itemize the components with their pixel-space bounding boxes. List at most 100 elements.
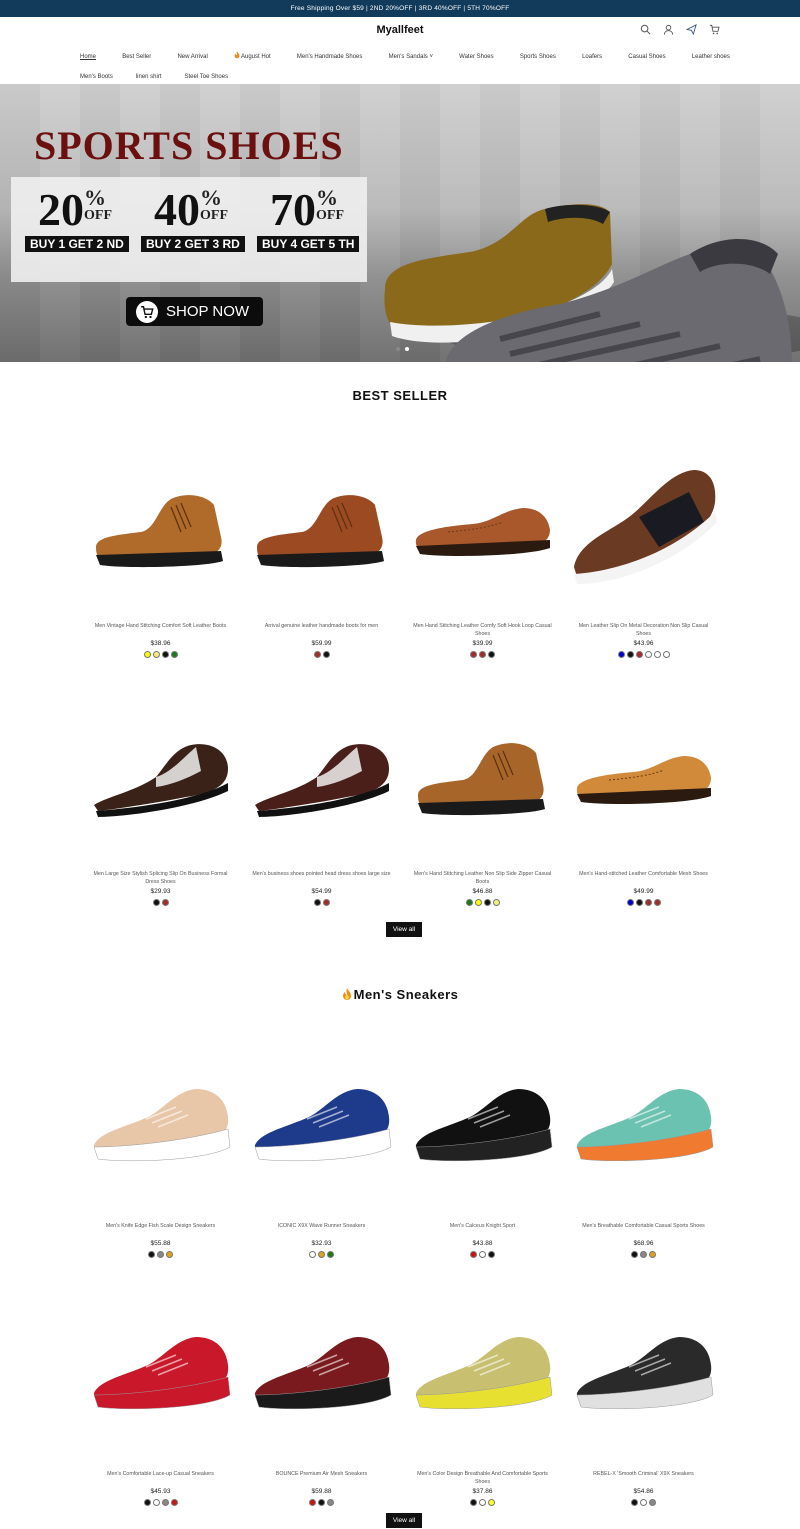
product-image[interactable]: [563, 452, 724, 602]
nav-item-august-hot[interactable]: August Hot: [241, 54, 271, 60]
product-image[interactable]: [563, 1300, 724, 1450]
product-name[interactable]: Men's Hand-stitched Leather Comfortable …: [563, 870, 724, 886]
product-card[interactable]: Men's Hand Stitching Leather Non Slip Si…: [402, 700, 563, 948]
product-name[interactable]: Men's Color Design Breathable And Comfor…: [402, 1470, 563, 1486]
nav-item-linen-shirt[interactable]: linen shirt: [136, 74, 162, 80]
nav-link[interactable]: August Hot: [234, 47, 271, 67]
nav-item-men-s-sandals[interactable]: Men's Sandals: [389, 54, 428, 60]
color-swatch[interactable]: [309, 1251, 316, 1258]
color-swatch[interactable]: [152, 651, 160, 658]
color-swatch[interactable]: [631, 1499, 638, 1506]
color-swatch[interactable]: [309, 1499, 316, 1506]
color-swatch[interactable]: [479, 1499, 486, 1506]
product-name[interactable]: ICONIC X9X Wave Runner Sneakers: [241, 1222, 402, 1238]
product-card[interactable]: Men's Calceus Knight Sport $43.88: [402, 1052, 563, 1300]
product-image[interactable]: [241, 452, 402, 602]
product-name[interactable]: Men's Calceus Knight Sport: [402, 1222, 563, 1238]
color-swatch[interactable]: [483, 899, 491, 906]
nav-link[interactable]: Water Shoes: [459, 47, 493, 67]
color-swatch[interactable]: [631, 1251, 638, 1258]
product-image[interactable]: [80, 700, 241, 850]
color-swatch[interactable]: [170, 651, 178, 658]
color-swatch[interactable]: [327, 1251, 334, 1258]
nav-link[interactable]: Leather shoes: [692, 47, 730, 67]
slider-dot[interactable]: [396, 347, 400, 351]
color-swatch[interactable]: [152, 1499, 160, 1506]
nav-item-new-arrival[interactable]: New Arrival: [177, 54, 207, 60]
nav-item-home[interactable]: Home: [80, 54, 96, 60]
product-card[interactable]: Men's Breathable Comfortable Casual Spor…: [563, 1052, 724, 1300]
product-card[interactable]: Men's Comfortable Lace-up Casual Sneaker…: [80, 1300, 241, 1529]
color-swatch[interactable]: [492, 899, 500, 906]
product-card[interactable]: Men's Knife Edge Fish Scale Design Sneak…: [80, 1052, 241, 1300]
color-swatch[interactable]: [470, 651, 477, 658]
product-name[interactable]: Men Vintage Hand Stitching Comfort Soft …: [80, 622, 241, 638]
nav-link[interactable]: Men's Handmade Shoes: [297, 47, 363, 67]
color-swatch[interactable]: [318, 1499, 325, 1506]
color-swatch[interactable]: [488, 1499, 495, 1506]
color-swatch[interactable]: [327, 1499, 334, 1506]
nav-item-steel-toe-shoes[interactable]: Steel Toe Shoes: [185, 74, 229, 80]
color-swatch[interactable]: [465, 899, 473, 906]
color-swatch[interactable]: [653, 899, 661, 906]
nav-item-loafers[interactable]: Loafers: [582, 54, 602, 60]
product-image[interactable]: [241, 1052, 402, 1202]
nav-item-men-s-handmade-shoes[interactable]: Men's Handmade Shoes: [297, 54, 363, 60]
color-swatch[interactable]: [322, 651, 330, 658]
hero-banner[interactable]: SPORTS SHOES 20% OFF BUY 1 GET 2 ND 40% OF…: [0, 84, 800, 362]
color-swatch[interactable]: [166, 1251, 173, 1258]
product-card[interactable]: Men Vintage Hand Stitching Comfort Soft …: [80, 452, 241, 700]
nav-item-men-s-boots[interactable]: Men's Boots: [80, 74, 113, 80]
product-name[interactable]: Men's Comfortable Lace-up Casual Sneaker…: [80, 1470, 241, 1486]
color-swatch[interactable]: [157, 1251, 164, 1258]
product-image[interactable]: [241, 1300, 402, 1450]
nav-link[interactable]: Loafers: [582, 47, 602, 67]
color-swatch[interactable]: [662, 651, 670, 658]
color-swatch[interactable]: [161, 651, 169, 658]
best-seller-view-all-button[interactable]: View all: [386, 922, 422, 937]
product-image[interactable]: [80, 1300, 241, 1450]
nav-link[interactable]: Home: [80, 47, 96, 67]
color-swatch[interactable]: [470, 1251, 477, 1258]
track-order-icon[interactable]: [686, 24, 697, 35]
product-name[interactable]: Men Leather Slip On Metal Decoration Non…: [563, 622, 724, 638]
nav-link[interactable]: New Arrival: [177, 47, 207, 67]
color-swatch[interactable]: [635, 651, 643, 658]
account-icon[interactable]: [663, 24, 674, 35]
color-swatch[interactable]: [640, 1251, 647, 1258]
nav-item-casual-shoes[interactable]: Casual Shoes: [628, 54, 665, 60]
color-swatch[interactable]: [644, 899, 652, 906]
nav-link[interactable]: Casual Shoes: [628, 47, 665, 67]
product-name[interactable]: Men's Hand Stitching Leather Non Slip Si…: [402, 870, 563, 886]
color-swatch[interactable]: [617, 651, 625, 658]
nav-link[interactable]: Sports Shoes: [520, 47, 556, 67]
color-swatch[interactable]: [313, 899, 321, 906]
nav-link[interactable]: Men's Sandals ˅: [389, 47, 433, 67]
search-icon[interactable]: [640, 24, 651, 35]
color-swatch[interactable]: [488, 651, 495, 658]
color-swatch[interactable]: [143, 651, 151, 658]
color-swatch[interactable]: [488, 1251, 495, 1258]
color-swatch[interactable]: [626, 651, 634, 658]
product-image[interactable]: [80, 452, 241, 602]
color-swatch[interactable]: [313, 651, 321, 658]
product-card[interactable]: ICONIC X9X Wave Runner Sneakers $32.93: [241, 1052, 402, 1300]
color-swatch[interactable]: [318, 1251, 325, 1258]
color-swatch[interactable]: [626, 899, 634, 906]
color-swatch[interactable]: [143, 1499, 151, 1506]
product-name[interactable]: Men's Knife Edge Fish Scale Design Sneak…: [80, 1222, 241, 1238]
product-name[interactable]: Men Large Size Stylish Splicing Slip On …: [80, 870, 241, 886]
product-name[interactable]: Men Hand Stitching Leather Comfy Soft Ho…: [402, 622, 563, 638]
product-card[interactable]: Men Leather Slip On Metal Decoration Non…: [563, 452, 724, 700]
product-card[interactable]: Men's Hand-stitched Leather Comfortable …: [563, 700, 724, 948]
color-swatch[interactable]: [170, 1499, 178, 1506]
product-image[interactable]: [402, 1300, 563, 1450]
nav-item-leather-shoes[interactable]: Leather shoes: [692, 54, 730, 60]
color-swatch[interactable]: [479, 651, 486, 658]
product-image[interactable]: [402, 452, 563, 602]
product-image[interactable]: [80, 1052, 241, 1202]
slider-dot[interactable]: [405, 347, 409, 351]
product-image[interactable]: [563, 1052, 724, 1202]
product-name[interactable]: Men's Breathable Comfortable Casual Spor…: [563, 1222, 724, 1238]
cart-icon[interactable]: [709, 24, 720, 35]
